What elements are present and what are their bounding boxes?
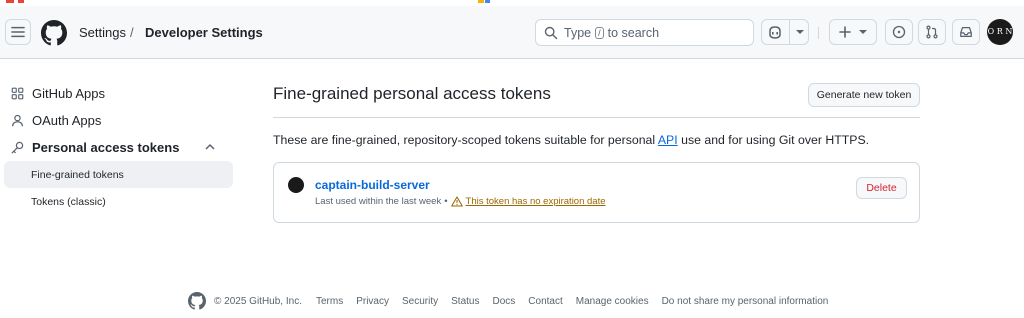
meta-bullet: • bbox=[444, 196, 448, 207]
inbox-button[interactable] bbox=[952, 19, 980, 45]
search-input[interactable]: Type / to search bbox=[535, 19, 754, 46]
plus-icon bbox=[839, 26, 851, 38]
token-meta: Last used within the last week • This to… bbox=[315, 196, 606, 207]
description-text-end: use and for using Git over HTTPS. bbox=[681, 133, 870, 147]
breadcrumb-settings[interactable]: Settings bbox=[79, 25, 126, 40]
pull-requests-icon bbox=[926, 25, 938, 39]
copilot-divider bbox=[788, 19, 790, 45]
sidebar-item-label: GitHub Apps bbox=[32, 86, 105, 101]
generate-new-token-button[interactable]: Generate new token bbox=[808, 83, 920, 107]
footer-link-privacy[interactable]: Privacy bbox=[356, 296, 389, 307]
sidebar-item-oauth-apps[interactable]: OAuth Apps bbox=[4, 107, 233, 134]
tab-indicator-blue bbox=[485, 0, 490, 3]
token-list-item: captain-build-server Last used within th… bbox=[273, 162, 920, 223]
footer-link-do-not-share[interactable]: Do not share my personal information bbox=[662, 296, 829, 307]
footer-link-status[interactable]: Status bbox=[451, 296, 479, 307]
create-new-button[interactable] bbox=[829, 19, 877, 45]
token-owner-avatar bbox=[288, 177, 304, 193]
breadcrumb-separator: / bbox=[130, 25, 134, 40]
chevron-down-icon bbox=[859, 30, 867, 34]
delete-token-button[interactable]: Delete bbox=[856, 177, 907, 199]
key-icon bbox=[11, 141, 24, 154]
footer-link-docs[interactable]: Docs bbox=[492, 296, 515, 307]
tab-indicator-red bbox=[6, 0, 14, 3]
tab-indicator-yellow bbox=[478, 0, 484, 3]
footer-link-terms[interactable]: Terms bbox=[316, 296, 343, 307]
menu-button[interactable] bbox=[5, 19, 31, 45]
footer-copyright: © 2025 GitHub, Inc. bbox=[214, 295, 302, 307]
chevron-down-icon[interactable] bbox=[795, 29, 804, 35]
github-logo[interactable] bbox=[41, 20, 67, 46]
avatar[interactable]: O R N bbox=[987, 19, 1013, 45]
hamburger-icon bbox=[11, 26, 25, 38]
page-description: These are fine-grained, repository-scope… bbox=[273, 133, 869, 147]
title-divider bbox=[273, 117, 920, 118]
api-link[interactable]: API bbox=[658, 133, 678, 147]
sidebar-item-label: Fine-grained tokens bbox=[31, 168, 124, 181]
tab-indicator-red-2 bbox=[18, 0, 24, 3]
copilot-icon bbox=[768, 26, 781, 39]
search-shortcut-key: / bbox=[595, 26, 604, 39]
alert-icon bbox=[450, 196, 463, 207]
github-logo[interactable] bbox=[188, 292, 206, 310]
footer-link-manage-cookies[interactable]: Manage cookies bbox=[576, 296, 649, 307]
description-text: These are fine-grained, repository-scope… bbox=[273, 133, 656, 147]
footer-link-contact[interactable]: Contact bbox=[528, 296, 562, 307]
sidebar-item-label: Tokens (classic) bbox=[31, 195, 106, 208]
sidebar-item-fine-grained-tokens[interactable]: Fine-grained tokens bbox=[4, 161, 233, 188]
pull-requests-button[interactable] bbox=[918, 19, 946, 45]
copilot-button[interactable] bbox=[761, 19, 809, 45]
header-divider bbox=[818, 27, 819, 39]
sidebar-item-label: OAuth Apps bbox=[32, 113, 102, 128]
chevron-up-icon[interactable] bbox=[205, 143, 215, 151]
footer: © 2025 GitHub, Inc. Terms Privacy Securi… bbox=[188, 291, 841, 311]
inbox-icon bbox=[960, 27, 972, 37]
token-expiration-warning[interactable]: This token has no expiration date bbox=[466, 196, 606, 207]
footer-link-security[interactable]: Security bbox=[402, 296, 438, 307]
issues-button[interactable] bbox=[885, 19, 913, 45]
search-suffix: to search bbox=[607, 25, 660, 40]
app-header: Settings / Developer Settings Type / to … bbox=[0, 6, 1024, 59]
sidebar-item-label: Personal access tokens bbox=[32, 140, 180, 155]
sidebar-item-personal-access-tokens[interactable]: Personal access tokens bbox=[4, 134, 233, 161]
issues-icon bbox=[892, 25, 906, 39]
token-last-used: Last used within the last week bbox=[315, 196, 442, 207]
page-title: Fine-grained personal access tokens bbox=[273, 84, 551, 103]
person-icon bbox=[12, 114, 23, 127]
search-prefix: Type bbox=[564, 25, 592, 40]
token-name-link[interactable]: captain-build-server bbox=[315, 178, 430, 192]
apps-icon bbox=[11, 87, 24, 100]
sidebar-item-tokens-classic[interactable]: Tokens (classic) bbox=[4, 188, 233, 215]
breadcrumb-developer-settings[interactable]: Developer Settings bbox=[145, 25, 263, 40]
sidebar-item-github-apps[interactable]: GitHub Apps bbox=[4, 80, 233, 107]
search-icon bbox=[544, 26, 558, 39]
